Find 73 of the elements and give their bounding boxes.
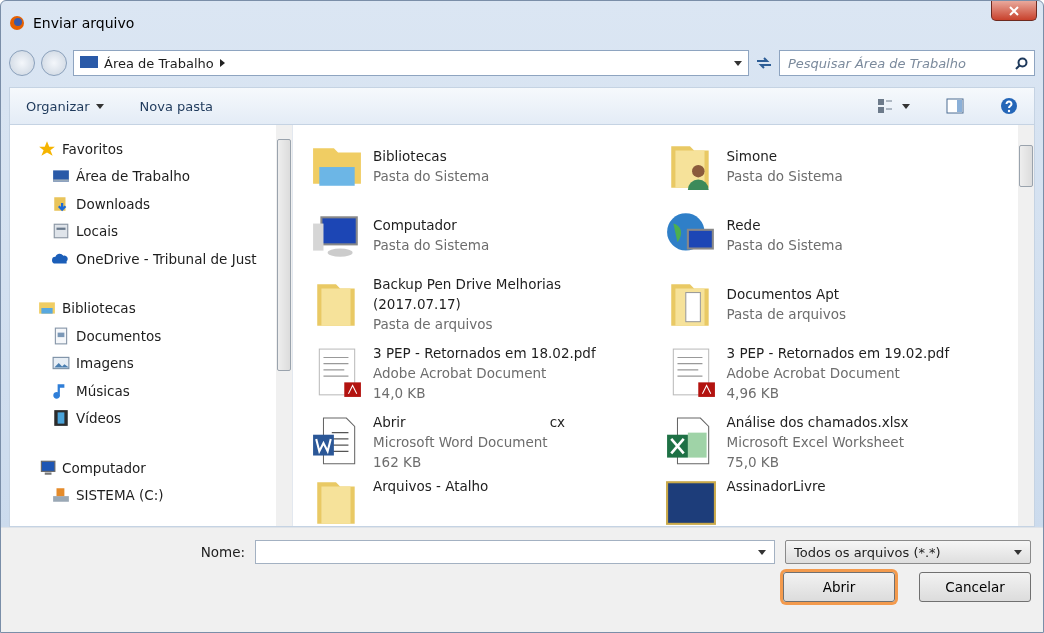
file-name[interactable]: Abrir cx [373,411,566,432]
places-icon [52,222,70,241]
caret-icon [734,60,742,66]
browser-logo-icon [9,15,25,31]
nav-item[interactable]: OneDrive - Tribunal de Just [76,250,257,267]
scrollbar[interactable] [276,125,292,526]
chevron-icon [219,59,225,67]
nav-group-header[interactable]: Bibliotecas [62,300,136,317]
organize-menu[interactable]: Organizar [26,98,104,114]
address-bar[interactable]: Área de Trabalho [73,50,749,76]
desktop-icon [80,56,98,70]
nav-group-header[interactable]: Favoritos [62,140,123,157]
file-type: Microsoft Word Document [373,432,549,452]
caret-icon [758,549,766,555]
file-type: Pasta do Sistema [373,235,490,255]
forward-button[interactable] [41,50,67,76]
file-name[interactable]: 3 PEP - Retornados em 18.02.pdf [373,342,596,363]
file-name[interactable]: Backup Pen Drive Melhorias (2017.07.17) [373,273,603,314]
file-size: 75,0 KB [726,452,780,472]
file-type: Pasta do Sistema [726,166,843,186]
nav-item[interactable]: Vídeos [76,410,122,427]
file-size: 14,0 KB [373,383,427,403]
file-type: Adobe Acrobat Document [726,363,901,383]
breadcrumb-item[interactable]: Área de Trabalho [104,55,214,71]
view-options-icon[interactable] [878,99,910,113]
file-type: Microsoft Excel Worksheet [726,432,905,452]
back-button[interactable] [9,50,35,76]
nav-group-header[interactable]: Computador [62,459,146,476]
favorites-icon [38,139,56,158]
videos-icon [52,409,70,428]
close-button[interactable] [991,1,1037,21]
file-type: Adobe Acrobat Document [373,363,548,383]
computer-icon [38,458,56,477]
file-name[interactable]: Computador [373,214,490,235]
nav-item[interactable]: Músicas [76,382,130,399]
file-name[interactable]: Bibliotecas [373,145,490,166]
nav-item[interactable]: Imagens [76,355,134,372]
scrollbar[interactable] [1018,125,1034,526]
name-label: Nome: [200,544,245,560]
search-icon [1015,56,1028,70]
file-type-dropdown[interactable]: Todos os arquivos (*.*) [785,540,1031,564]
cancel-button[interactable]: Cancelar [919,572,1031,602]
new-folder-button[interactable]: Nova pasta [139,98,214,114]
file-name[interactable]: Análise dos chamados.xlsx [726,411,909,432]
nav-item[interactable]: Locais [76,223,119,240]
window-title: Enviar arquivo [33,15,135,31]
drive-icon [52,486,70,505]
search-field[interactable]: Pesquisar Área de Trabalho [779,50,1035,76]
file-name-field[interactable] [255,540,775,564]
caret-icon [95,103,104,109]
preview-pane-icon[interactable] [946,98,964,114]
file-name[interactable]: Rede [726,214,843,235]
nav-item[interactable]: Documentos [76,327,162,344]
open-button[interactable]: Abrir [783,572,895,602]
nav-item[interactable]: Área de Trabalho [76,168,191,185]
file-size: 162 KB [373,452,423,472]
refresh-icon[interactable] [755,55,773,71]
documents-icon [52,326,70,345]
file-size: 4,96 KB [726,383,780,403]
file-type: Pasta de arquivos [373,314,494,334]
nav-item[interactable]: SISTEMA (C:) [76,487,164,504]
help-icon[interactable] [1000,97,1018,115]
file-name[interactable]: AssinadorLivre [726,476,826,496]
file-name[interactable]: Arquivos - Atalho [373,476,489,496]
file-name[interactable]: Simone [726,145,843,166]
file-name[interactable]: 3 PEP - Retornados em 19.02.pdf [726,342,950,363]
file-type: Pasta de arquivos [726,304,847,324]
file-type: Pasta do Sistema [726,235,843,255]
close-icon [1009,5,1019,16]
file-name[interactable]: Documentos Apt [726,283,847,304]
caret-icon [1014,549,1022,555]
nav-item[interactable]: Downloads [76,195,151,212]
file-type: Pasta do Sistema [373,166,490,186]
